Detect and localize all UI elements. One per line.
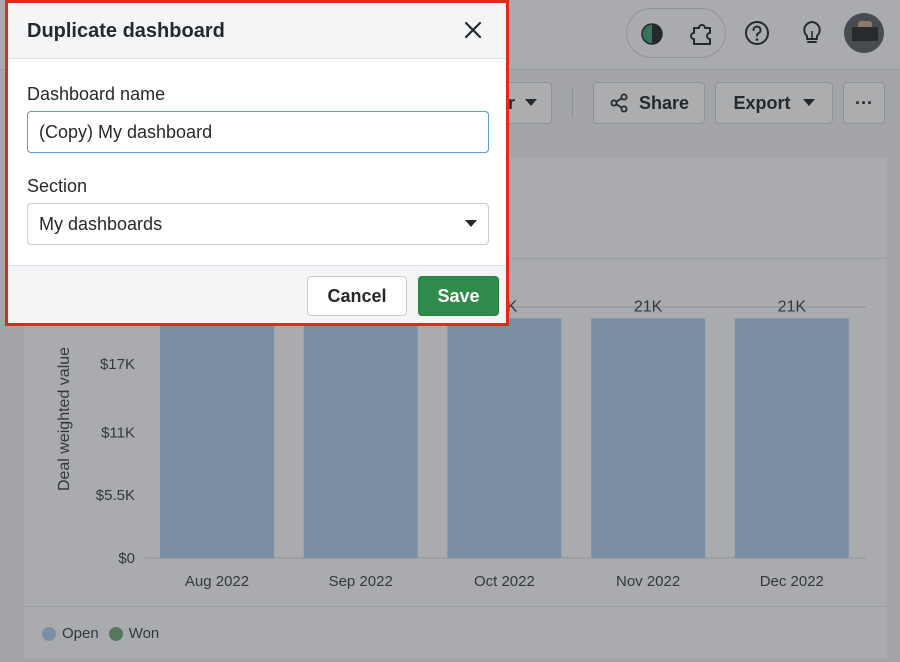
cancel-button[interactable]: Cancel: [307, 276, 407, 316]
close-button[interactable]: [460, 17, 486, 43]
chevron-down-icon: [465, 220, 477, 227]
dashboard-name-input[interactable]: [27, 111, 489, 153]
section-label: Section: [27, 176, 88, 196]
dialog-header: Duplicate dashboard: [8, 3, 506, 59]
dashboard-name-label: Dashboard name: [27, 84, 166, 104]
save-button[interactable]: Save: [418, 276, 499, 316]
section-select-value: My dashboards: [39, 213, 163, 234]
dialog-footer: Cancel Save: [8, 265, 506, 323]
close-icon: [464, 21, 482, 39]
section-select[interactable]: My dashboards: [27, 203, 489, 245]
dialog-title: Duplicate dashboard: [27, 20, 225, 42]
duplicate-dashboard-dialog: Duplicate dashboard Dashboard name Secti…: [5, 0, 509, 326]
